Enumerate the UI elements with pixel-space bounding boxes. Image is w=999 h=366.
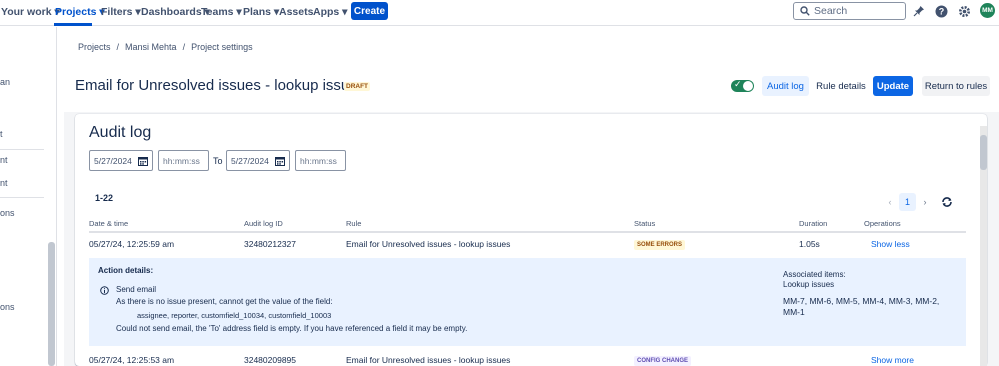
- sidebar-scrollbar[interactable]: [48, 242, 55, 366]
- chevron-right-icon[interactable]: ›: [919, 193, 931, 211]
- row-rule: Email for Unresolved issues - lookup iss…: [346, 239, 511, 249]
- help-icon[interactable]: ?: [934, 4, 948, 18]
- breadcrumb-project-settings[interactable]: Project settings: [191, 42, 253, 52]
- active-nav-indicator: [54, 23, 92, 26]
- toggle-knob: [743, 81, 753, 91]
- draft-badge: DRAFT: [344, 82, 371, 91]
- page-title: Email for Unresolved issues - lookup iss…: [75, 77, 366, 94]
- search-icon: [800, 6, 810, 16]
- audit-log-button[interactable]: Audit log: [762, 76, 809, 96]
- breadcrumb-project[interactable]: Mansi Mehta: [125, 42, 177, 52]
- column-header-operations: Operations: [864, 219, 901, 228]
- row-duration: 1.05s: [799, 239, 820, 249]
- sidebar-item[interactable]: t: [0, 129, 3, 139]
- info-icon: [100, 286, 109, 295]
- associated-issue-links[interactable]: MM-7, MM-6, MM-5, MM-4, MM-3, MM-2,: [783, 296, 939, 306]
- rule-enabled-toggle[interactable]: ✓: [731, 79, 754, 92]
- from-time-input[interactable]: [163, 155, 205, 166]
- show-more-link[interactable]: Show more: [871, 355, 914, 365]
- page-button-1[interactable]: 1: [899, 193, 916, 211]
- row-id: 32480209895: [244, 355, 297, 365]
- search-box[interactable]: [793, 2, 906, 20]
- nav-plans[interactable]: Plans ▾: [243, 6, 279, 18]
- nav-filters[interactable]: Filters ▾: [101, 6, 141, 18]
- rule-details-button[interactable]: Rule details: [814, 76, 868, 96]
- nav-teams[interactable]: Teams ▾: [201, 6, 242, 18]
- calendar-icon[interactable]: [138, 156, 148, 166]
- sidebar-item[interactable]: nt: [0, 178, 8, 188]
- project-sidebar: an t nt nt ons ons: [0, 27, 57, 366]
- column-header-date[interactable]: Date & time: [89, 219, 128, 228]
- detail-line: As there is no issue present, cannot get…: [116, 297, 333, 306]
- to-time-field[interactable]: [295, 150, 346, 171]
- sidebar-divider: [0, 149, 44, 150]
- avatar[interactable]: MM: [980, 3, 995, 18]
- sidebar-divider: [0, 197, 44, 198]
- detail-line: Could not send email, the 'To' address f…: [116, 324, 468, 333]
- nav-your-work[interactable]: Your work ▾: [1, 6, 60, 18]
- column-header-status[interactable]: Status: [634, 219, 655, 228]
- sidebar-item[interactable]: nt: [0, 155, 8, 165]
- breadcrumb: Projects / Mansi Mehta / Project setting…: [78, 42, 253, 52]
- row-id: 32480212327: [244, 239, 297, 249]
- associated-items-heading: Associated items:: [783, 270, 846, 279]
- show-less-link[interactable]: Show less: [871, 239, 910, 249]
- result-count: 1-22: [95, 193, 114, 203]
- associated-issue-links[interactable]: MM-1: [783, 307, 805, 317]
- table-header-divider: [89, 231, 966, 233]
- associated-items-subheading: Lookup issues: [783, 280, 835, 289]
- calendar-icon[interactable]: [275, 156, 285, 166]
- breadcrumb-separator: /: [116, 42, 120, 52]
- action-details-heading: Action details:: [98, 266, 154, 275]
- chevron-left-icon[interactable]: ‹: [884, 193, 896, 211]
- create-button[interactable]: Create: [351, 2, 388, 20]
- sidebar-item[interactable]: ons: [0, 302, 15, 312]
- column-header-duration[interactable]: Duration: [799, 219, 827, 228]
- from-time-field[interactable]: [158, 150, 209, 171]
- to-label: To: [213, 156, 223, 166]
- card-scrollbar-thumb[interactable]: [980, 135, 987, 170]
- row-date: 05/27/24, 12:25:59 am: [89, 239, 175, 249]
- column-header-id[interactable]: Audit log ID: [244, 219, 283, 228]
- row-rule: Email for Unresolved issues - lookup iss…: [346, 355, 511, 365]
- to-date-field[interactable]: [226, 150, 290, 171]
- svg-text:?: ?: [938, 6, 944, 16]
- status-badge: SOME ERRORS: [634, 240, 686, 250]
- to-date-input[interactable]: [231, 155, 273, 166]
- sidebar-item[interactable]: ons: [0, 208, 15, 218]
- from-date-field[interactable]: [89, 150, 153, 171]
- breadcrumb-projects[interactable]: Projects: [78, 42, 111, 52]
- send-email-action[interactable]: Send email: [116, 285, 156, 294]
- search-input[interactable]: [814, 5, 894, 17]
- notifications-icon[interactable]: [912, 4, 926, 18]
- to-time-input[interactable]: [300, 155, 342, 166]
- update-button[interactable]: Update: [873, 76, 913, 96]
- status-badge: CONFIG CHANGE: [634, 356, 691, 366]
- settings-gear-icon[interactable]: [957, 4, 971, 18]
- breadcrumb-separator: /: [182, 42, 186, 52]
- top-navigation: Your work ▾ Projects ▾ Filters ▾ Dashboa…: [0, 0, 999, 26]
- from-date-input[interactable]: [94, 155, 136, 166]
- detail-fields: assignee, reporter, customfield_10034, c…: [137, 311, 332, 320]
- column-header-rule[interactable]: Rule: [346, 219, 361, 228]
- audit-log-heading: Audit log: [89, 124, 152, 141]
- refresh-icon[interactable]: [940, 193, 954, 211]
- sidebar-item[interactable]: an: [0, 77, 10, 87]
- nav-assets[interactable]: Assets: [279, 6, 313, 18]
- nav-dashboards[interactable]: Dashboards ▾: [141, 6, 210, 18]
- nav-projects[interactable]: Projects ▾: [55, 6, 105, 18]
- nav-apps[interactable]: Apps ▾: [313, 6, 347, 18]
- row-date: 05/27/24, 12:25:53 am: [89, 355, 175, 365]
- check-icon: ✓: [734, 79, 742, 89]
- return-to-rules-button[interactable]: Return to rules: [922, 76, 990, 96]
